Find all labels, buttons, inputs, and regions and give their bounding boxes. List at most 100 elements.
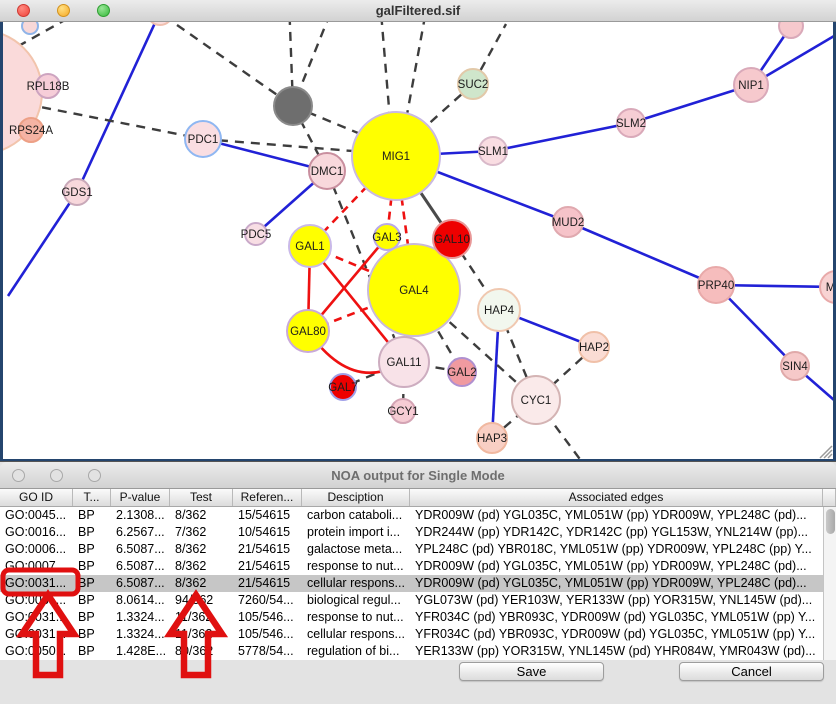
network-node-GAL2[interactable]: GAL2 [447, 358, 476, 386]
network-node-SIN4[interactable]: SIN4 [781, 352, 809, 380]
cell-associated-edges: YDR009W (pd) YGL035C, YML051W (pp) YDR00… [410, 575, 823, 592]
cell-go-id: GO:0016... [0, 524, 73, 541]
network-node-GCY1[interactable]: GCY1 [387, 399, 418, 423]
network-edge[interactable] [631, 85, 751, 123]
close-button[interactable] [12, 469, 25, 482]
cell-p-value: 6.5087... [111, 575, 170, 592]
table-row[interactable]: GO:0031...BP1.3324...11/362105/546...cel… [0, 626, 823, 643]
cell-description: cellular respons... [302, 626, 410, 643]
table-row[interactable]: GO:0016...BP6.2567...7/36210/54615protei… [0, 524, 823, 541]
network-node-DMC1[interactable]: DMC1 [309, 153, 345, 189]
network-node-MSI[interactable]: MSI [820, 271, 833, 303]
node-label: PRP40 [698, 280, 734, 292]
network-node-GAL3[interactable]: GAL3 [372, 224, 401, 250]
zoom-button[interactable] [97, 4, 110, 17]
table-row[interactable]: GO:0031...BP1.3324...11/362105/546...res… [0, 609, 823, 626]
network-node-GAL11[interactable]: GAL11 [379, 337, 429, 387]
cell-associated-edges: YFR034C (pd) YBR093C, YDR009W (pd) YGL03… [410, 609, 823, 626]
network-edge[interactable] [203, 139, 327, 171]
network-node-HAP4[interactable]: HAP4 [478, 289, 520, 331]
cell-p-value: 1.3324... [111, 609, 170, 626]
network-edge[interactable] [406, 22, 428, 120]
network-node-SLM2[interactable]: SLM2 [616, 109, 646, 137]
cell-type: BP [73, 541, 111, 558]
network-node-PRP40[interactable]: PRP40 [698, 267, 734, 303]
cell-type: BP [73, 592, 111, 609]
network-node-PDC1[interactable]: PDC1 [185, 121, 221, 157]
network-graph[interactable]: RPL18BRPS24AGDS1PDC1MIG1DMC1SUC2SLM1SLM2… [3, 22, 833, 459]
minimize-button[interactable] [50, 469, 63, 482]
network-edge[interactable] [493, 123, 631, 151]
minimize-button[interactable] [57, 4, 70, 17]
noa-window-titlebar[interactable]: NOA output for Single Mode [0, 462, 836, 489]
column-header-associated-edges[interactable]: Associated edges [410, 489, 823, 506]
table-row[interactable]: GO:0065...BP8.0614...94/3627260/54...bio… [0, 592, 823, 609]
network-edge[interactable] [380, 22, 390, 120]
network-edge[interactable] [77, 22, 160, 192]
column-header-p-value[interactable]: P-value [111, 489, 170, 506]
network-node-SLM1[interactable]: SLM1 [478, 137, 508, 165]
network-canvas[interactable]: RPL18BRPS24AGDS1PDC1MIG1DMC1SUC2SLM1SLM2… [0, 22, 836, 462]
resize-grip-icon[interactable] [820, 446, 832, 458]
network-edge[interactable] [8, 192, 77, 296]
network-node-top-right-node[interactable] [779, 22, 803, 38]
network-edge[interactable] [568, 222, 716, 285]
table-row[interactable]: GO:0007...BP6.5087...8/36221/54615respon… [0, 558, 823, 575]
network-node-gray-node[interactable] [274, 87, 312, 125]
column-header-test[interactable]: Test [170, 489, 233, 506]
cell-test: 94/362 [170, 592, 233, 609]
network-node-SUC2[interactable]: SUC2 [458, 69, 489, 99]
node-label: GCY1 [387, 406, 418, 418]
cell-reference: 5778/54... [233, 643, 302, 660]
zoom-button[interactable] [88, 469, 101, 482]
column-header-reference[interactable]: Referen... [233, 489, 302, 506]
cancel-button[interactable]: Cancel [679, 662, 824, 681]
node-label: GDS1 [61, 187, 92, 199]
network-node-GAL7[interactable]: GAL7 [328, 374, 357, 400]
node-label: MUD2 [552, 217, 585, 229]
column-header-go-id[interactable]: GO ID [0, 489, 73, 506]
network-node-top-node-a[interactable] [147, 22, 173, 25]
scrollbar-thumb[interactable] [826, 509, 835, 534]
node-label: HAP4 [484, 305, 515, 317]
network-edge[interactable] [177, 25, 293, 106]
table-row-selected[interactable]: GO:0031...BP6.5087...8/36221/54615cellul… [0, 575, 823, 592]
network-node-CYC1[interactable]: CYC1 [512, 376, 560, 424]
network-node-GAL1[interactable]: GAL1 [289, 225, 331, 267]
table-row[interactable]: GO:0050...BP1.428E...80/3625778/54...reg… [0, 643, 823, 660]
network-window-titlebar[interactable]: galFiltered.sif [0, 0, 836, 22]
network-node-MUD2[interactable]: MUD2 [552, 207, 585, 237]
cell-p-value: 6.5087... [111, 558, 170, 575]
cell-p-value: 1.3324... [111, 626, 170, 643]
node-label: GAL2 [447, 367, 476, 379]
cell-description: regulation of bi... [302, 643, 410, 660]
cell-reference: 7260/54... [233, 592, 302, 609]
network-node-GAL10[interactable]: GAL10 [433, 220, 471, 258]
cell-description: response to nut... [302, 558, 410, 575]
cell-description: cellular respons... [302, 575, 410, 592]
network-node-HAP2[interactable]: HAP2 [579, 332, 609, 362]
network-node-GDS1[interactable]: GDS1 [61, 179, 92, 205]
network-node-NIP1[interactable]: NIP1 [734, 68, 768, 102]
node-label: PDC1 [188, 134, 219, 146]
cell-associated-edges: YER133W (pp) YOR315W, YNL145W (pd) YHR08… [410, 643, 823, 660]
save-button[interactable]: Save [459, 662, 604, 681]
cell-go-id: GO:0045... [0, 507, 73, 524]
table-row[interactable]: GO:0045...BP2.1308...8/36215/54615carbon… [0, 507, 823, 524]
cell-go-id: GO:0006... [0, 541, 73, 558]
cell-p-value: 8.0614... [111, 592, 170, 609]
network-node-GAL80[interactable]: GAL80 [287, 310, 329, 352]
network-node-PDC5[interactable]: PDC5 [241, 223, 272, 245]
cell-go-id: GO:0031... [0, 626, 73, 643]
cell-p-value: 2.1308... [111, 507, 170, 524]
column-header-type[interactable]: T... [73, 489, 111, 506]
table-row[interactable]: GO:0006...BP6.5087...8/36221/54615galact… [0, 541, 823, 558]
network-node-HAP3[interactable]: HAP3 [477, 423, 507, 453]
vertical-scrollbar[interactable] [823, 507, 836, 660]
cell-description: protein import i... [302, 524, 410, 541]
node-label: SLM2 [616, 118, 646, 130]
network-node-MIG1[interactable]: MIG1 [352, 112, 440, 200]
network-node-tiny-corner-node[interactable] [22, 22, 38, 34]
column-header-description[interactable]: Desciption [302, 489, 410, 506]
close-button[interactable] [17, 4, 30, 17]
